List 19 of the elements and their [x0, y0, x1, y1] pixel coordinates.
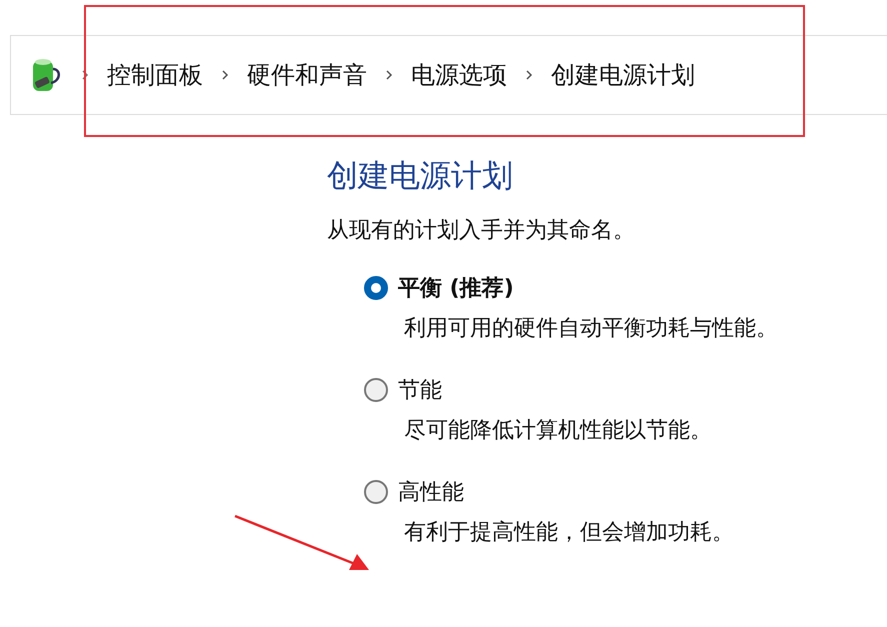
instruction-text: 从现有的计划入手并为其命名。 — [327, 217, 636, 245]
breadcrumb-link[interactable]: 电源选项 — [411, 59, 507, 91]
radio-button[interactable] — [364, 378, 388, 402]
plan-label[interactable]: 节能 — [398, 375, 442, 405]
plan-label[interactable]: 高性能 — [398, 477, 464, 507]
page-title: 创建电源计划 — [327, 157, 514, 196]
plan-label[interactable]: 平衡 (推荐) — [398, 273, 514, 303]
chevron-icon — [221, 69, 229, 81]
breadcrumb-link[interactable]: 控制面板 — [107, 59, 203, 91]
radio-button[interactable] — [364, 480, 388, 504]
chevron-icon — [385, 69, 393, 81]
breadcrumb-link[interactable]: 创建电源计划 — [551, 59, 695, 91]
chevron-icon — [81, 69, 89, 81]
breadcrumb-link[interactable]: 硬件和声音 — [247, 59, 367, 91]
plan-description: 尽可能降低计算机性能以节能。 — [404, 417, 713, 445]
plan-description: 有利于提高性能，但会增加功耗。 — [404, 519, 735, 547]
plan-description: 利用可用的硬件自动平衡功耗与性能。 — [404, 315, 779, 343]
radio-button[interactable] — [364, 276, 388, 300]
chevron-icon — [525, 69, 533, 81]
